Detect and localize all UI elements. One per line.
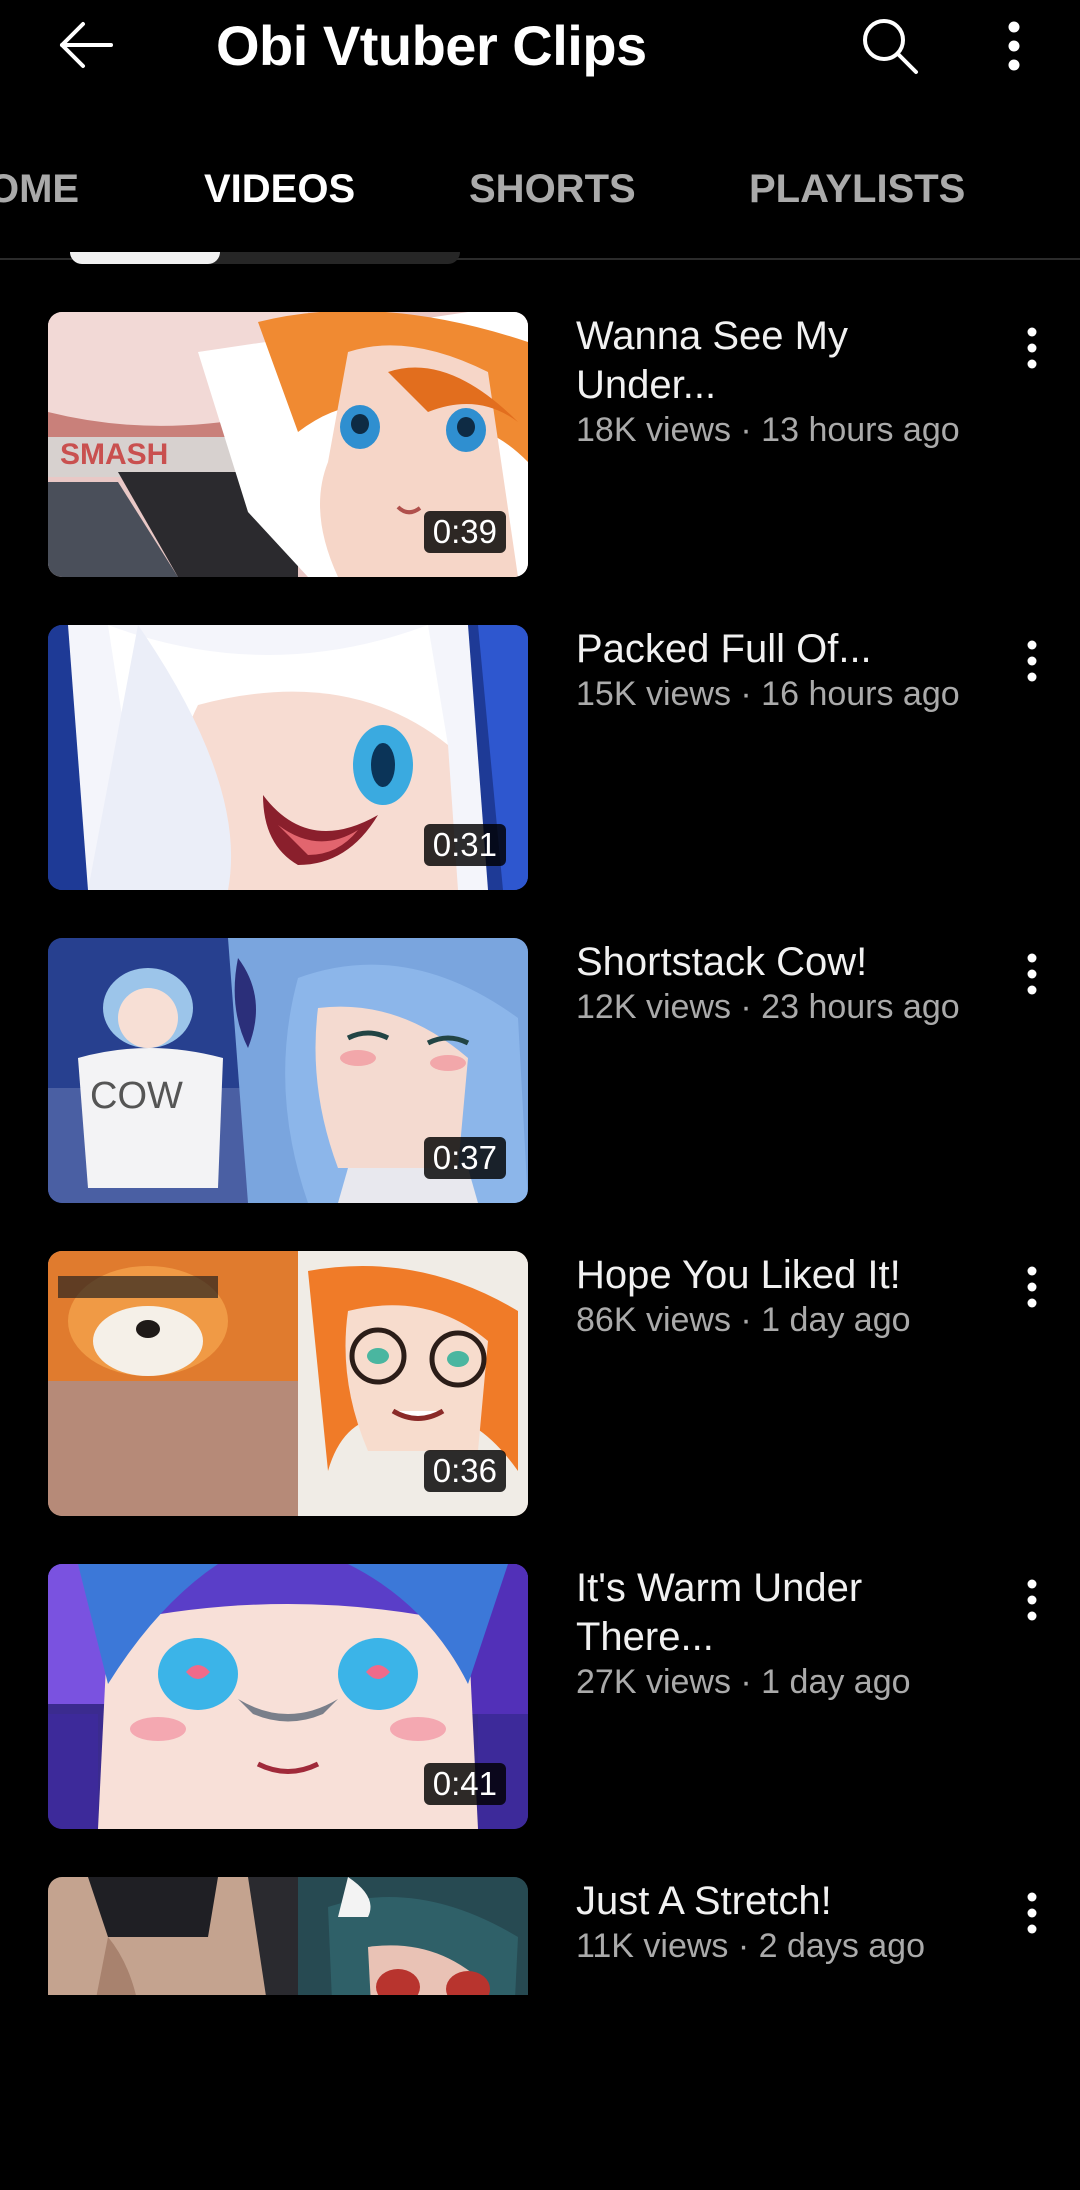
video-title-line: Hope You Liked It! bbox=[576, 1253, 901, 1297]
tab-playlists[interactable]: PLAYLISTS bbox=[749, 164, 965, 214]
video-views-age: 11K views · 2 days ago bbox=[576, 1927, 925, 1965]
video-title-line: Packed Full Of... bbox=[576, 627, 872, 671]
video-views-age: 12K views · 23 hours ago bbox=[576, 988, 960, 1026]
video-meta[interactable]: It's Warm Under There... 27K views · 1 d… bbox=[576, 1564, 996, 1704]
video-list-item[interactable]: 0:41 It's Warm Under There... 27K views … bbox=[0, 1564, 1080, 1877]
back-arrow-icon[interactable] bbox=[50, 10, 120, 80]
video-title-line: It's Warm Under bbox=[576, 1566, 863, 1610]
video-list-item[interactable]: 0:36 Hope You Liked It! 86K views · 1 da… bbox=[0, 1251, 1080, 1564]
video-duration: 0:31 bbox=[423, 824, 506, 866]
video-list-item[interactable]: SMASH 0:39 Wanna See My Under... 18K vie… bbox=[0, 312, 1080, 625]
video-thumbnail[interactable]: 0:31 bbox=[48, 625, 528, 890]
video-views-age: 86K views · 1 day ago bbox=[576, 1301, 911, 1339]
video-meta[interactable]: Hope You Liked It! 86K views · 1 day ago bbox=[576, 1251, 996, 1342]
video-list-item[interactable]: 0:31 Packed Full Of... 15K views · 16 ho… bbox=[0, 625, 1080, 938]
thumbnail-image bbox=[48, 1877, 528, 1995]
video-thumbnail[interactable]: SMASH 0:39 bbox=[48, 312, 528, 577]
video-views-age: 15K views · 16 hours ago bbox=[576, 675, 960, 713]
video-more-icon[interactable] bbox=[1010, 1881, 1054, 1945]
video-thumbnail[interactable]: 0:36 bbox=[48, 1251, 528, 1516]
video-more-icon[interactable] bbox=[1010, 316, 1054, 380]
tab-shorts[interactable]: SHORTS bbox=[469, 164, 636, 214]
filter-chip-selected-edge bbox=[70, 252, 220, 264]
video-list-item[interactable]: COW 0:37 Shortstack Cow! 12K views · 23 … bbox=[0, 938, 1080, 1251]
video-meta[interactable]: Just A Stretch! 11K views · 2 days ago bbox=[576, 1877, 996, 1968]
thumbnail-text: COW bbox=[90, 1075, 183, 1117]
video-views-age: 27K views · 1 day ago bbox=[576, 1663, 911, 1701]
video-title-line: Just A Stretch! bbox=[576, 1879, 832, 1923]
channel-tabs: OME VIDEOS SHORTS PLAYLISTS bbox=[0, 120, 1080, 260]
video-more-icon[interactable] bbox=[1010, 629, 1054, 693]
search-icon[interactable] bbox=[852, 8, 928, 84]
video-thumbnail[interactable]: 0:41 bbox=[48, 1564, 528, 1829]
video-more-icon[interactable] bbox=[1010, 1568, 1054, 1632]
video-list-item[interactable]: Just A Stretch! 11K views · 2 days ago bbox=[0, 1877, 1080, 2190]
video-title-line: There... bbox=[576, 1615, 714, 1659]
video-title-line: Wanna See My bbox=[576, 314, 848, 358]
video-thumbnail[interactable] bbox=[48, 1877, 528, 1995]
video-meta[interactable]: Packed Full Of... 15K views · 16 hours a… bbox=[576, 625, 996, 716]
video-more-icon[interactable] bbox=[1010, 942, 1054, 1006]
more-options-icon[interactable] bbox=[984, 8, 1044, 84]
video-duration: 0:37 bbox=[423, 1137, 506, 1179]
tab-videos[interactable]: VIDEOS bbox=[204, 164, 355, 214]
tab-home[interactable]: OME bbox=[0, 164, 79, 214]
channel-title: Obi Vtuber Clips bbox=[216, 14, 647, 77]
video-thumbnail[interactable]: COW 0:37 bbox=[48, 938, 528, 1203]
video-duration: 0:41 bbox=[423, 1763, 506, 1805]
video-duration: 0:36 bbox=[423, 1450, 506, 1492]
top-app-bar: Obi Vtuber Clips bbox=[0, 0, 1080, 120]
video-title-line: Under... bbox=[576, 363, 717, 407]
video-meta[interactable]: Shortstack Cow! 12K views · 23 hours ago bbox=[576, 938, 996, 1029]
video-duration: 0:39 bbox=[423, 511, 506, 553]
video-views-age: 18K views · 13 hours ago bbox=[576, 411, 960, 449]
video-title-line: Shortstack Cow! bbox=[576, 940, 868, 984]
video-more-icon[interactable] bbox=[1010, 1255, 1054, 1319]
video-meta[interactable]: Wanna See My Under... 18K views · 13 hou… bbox=[576, 312, 996, 452]
thumbnail-text: SMASH bbox=[60, 438, 168, 471]
